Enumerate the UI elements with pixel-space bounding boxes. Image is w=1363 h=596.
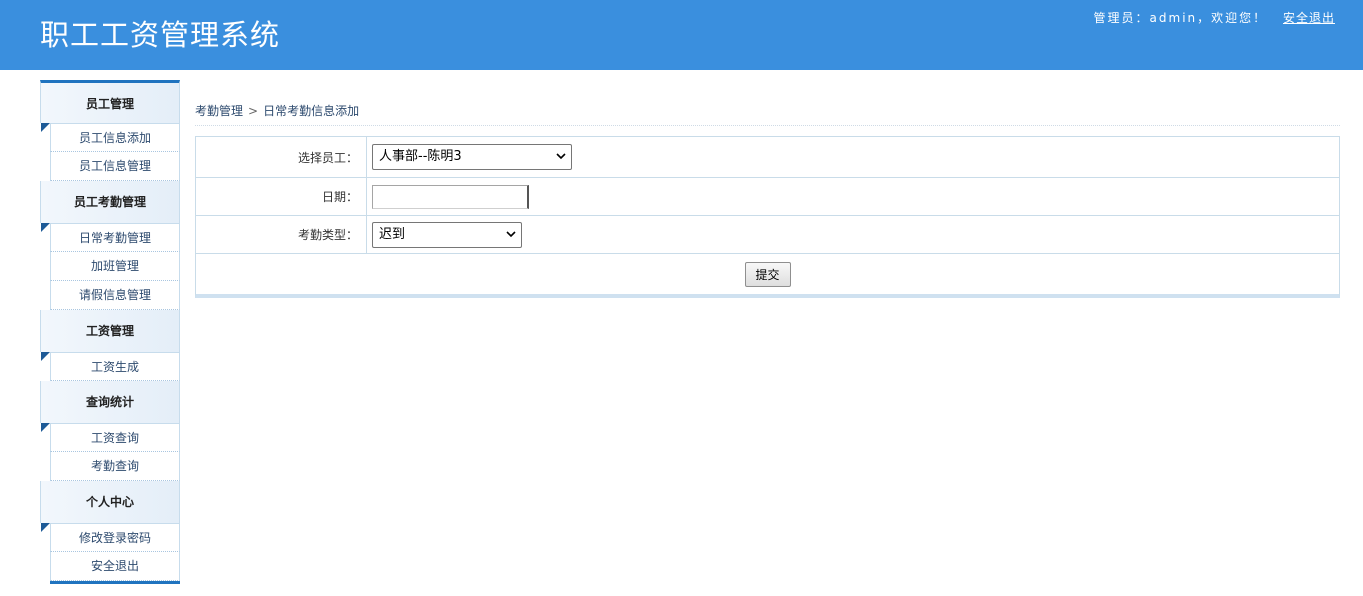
chevron-down-icon — [506, 230, 516, 237]
attendance-type-select-value: 迟到 — [379, 226, 406, 242]
corner-triangle-icon — [41, 352, 50, 361]
nav-group-title: 员工管理 — [85, 97, 134, 111]
date-field-cell — [367, 178, 1339, 215]
sidebar-item-overtime[interactable]: 加班管理 — [50, 252, 180, 281]
submit-cell: 提交 — [196, 254, 1339, 294]
sidebar-bottom-bar — [50, 581, 180, 584]
nav-group-personal[interactable]: 个人中心 — [40, 481, 180, 532]
nav-group-attendance[interactable]: 员工考勤管理 — [40, 181, 180, 232]
corner-triangle-icon — [41, 223, 50, 232]
header-logout-link[interactable]: 安全退出 — [1283, 11, 1335, 25]
form-row-employee: 选择员工： 人事部--陈明3 — [196, 137, 1339, 178]
corner-triangle-icon — [41, 523, 50, 532]
chevron-down-icon — [556, 153, 566, 160]
sidebar-item-manage-employee[interactable]: 员工信息管理 — [50, 152, 180, 181]
welcome-text: 管理员：admin，欢迎您！ — [1093, 11, 1268, 25]
employee-field-cell: 人事部--陈明3 — [367, 137, 1339, 177]
breadcrumb-separator: > — [248, 104, 259, 118]
date-input[interactable] — [372, 184, 529, 209]
employee-label: 选择员工： — [196, 137, 367, 177]
employee-select[interactable]: 人事部--陈明3 — [372, 144, 572, 170]
sidebar-item-generate-salary[interactable]: 工资生成 — [50, 352, 180, 381]
breadcrumb-divider — [195, 125, 1340, 126]
sidebar-item-salary-query[interactable]: 工资查询 — [50, 423, 180, 452]
breadcrumb: 考勤管理 > 日常考勤信息添加 — [195, 102, 359, 119]
date-label: 日期： — [196, 178, 367, 215]
nav-group-title: 工资管理 — [85, 324, 134, 338]
attendance-type-select[interactable]: 迟到 — [372, 221, 522, 248]
form-row-submit: 提交 — [196, 254, 1339, 294]
attendance-form: 选择员工： 人事部--陈明3 日期： 考勤类型： 迟到 提交 — [195, 136, 1340, 298]
corner-triangle-icon — [41, 423, 50, 432]
nav-group-title: 个人中心 — [85, 495, 134, 509]
attendance-type-field-cell: 迟到 — [367, 216, 1339, 253]
nav-group-title: 查询统计 — [85, 395, 134, 409]
nav-group-employee[interactable]: 员工管理 — [40, 80, 180, 132]
employee-select-value: 人事部--陈明3 — [379, 149, 462, 164]
sidebar-item-change-password[interactable]: 修改登录密码 — [50, 523, 180, 552]
sidebar-item-daily-attendance[interactable]: 日常考勤管理 — [50, 223, 180, 252]
nav-group-query[interactable]: 查询统计 — [40, 381, 180, 432]
form-row-type: 考勤类型： 迟到 — [196, 216, 1339, 254]
breadcrumb-current: 日常考勤信息添加 — [263, 104, 360, 118]
attendance-type-label: 考勤类型： — [196, 216, 367, 253]
submit-button[interactable]: 提交 — [744, 261, 791, 287]
sidebar-nav: 员工管理 员工信息添加 员工信息管理 员工考勤管理 日常考勤管理 加班管理 请假… — [40, 80, 180, 584]
user-info: 管理员：admin，欢迎您！ 安全退出 — [1094, 9, 1335, 26]
sidebar-item-leave[interactable]: 请假信息管理 — [50, 281, 180, 310]
form-row-date: 日期： — [196, 178, 1339, 216]
nav-group-salary[interactable]: 工资管理 — [40, 310, 180, 361]
breadcrumb-parent[interactable]: 考勤管理 — [195, 104, 243, 118]
top-header: 职工工资管理系统 管理员：admin，欢迎您！ 安全退出 — [0, 0, 1363, 70]
sidebar-item-add-employee[interactable]: 员工信息添加 — [50, 123, 180, 152]
sidebar-item-logout[interactable]: 安全退出 — [50, 552, 180, 581]
nav-group-title: 员工考勤管理 — [73, 195, 146, 209]
sidebar-item-attendance-query[interactable]: 考勤查询 — [50, 452, 180, 481]
app-title: 职工工资管理系统 — [40, 18, 281, 52]
corner-triangle-icon — [41, 123, 50, 132]
